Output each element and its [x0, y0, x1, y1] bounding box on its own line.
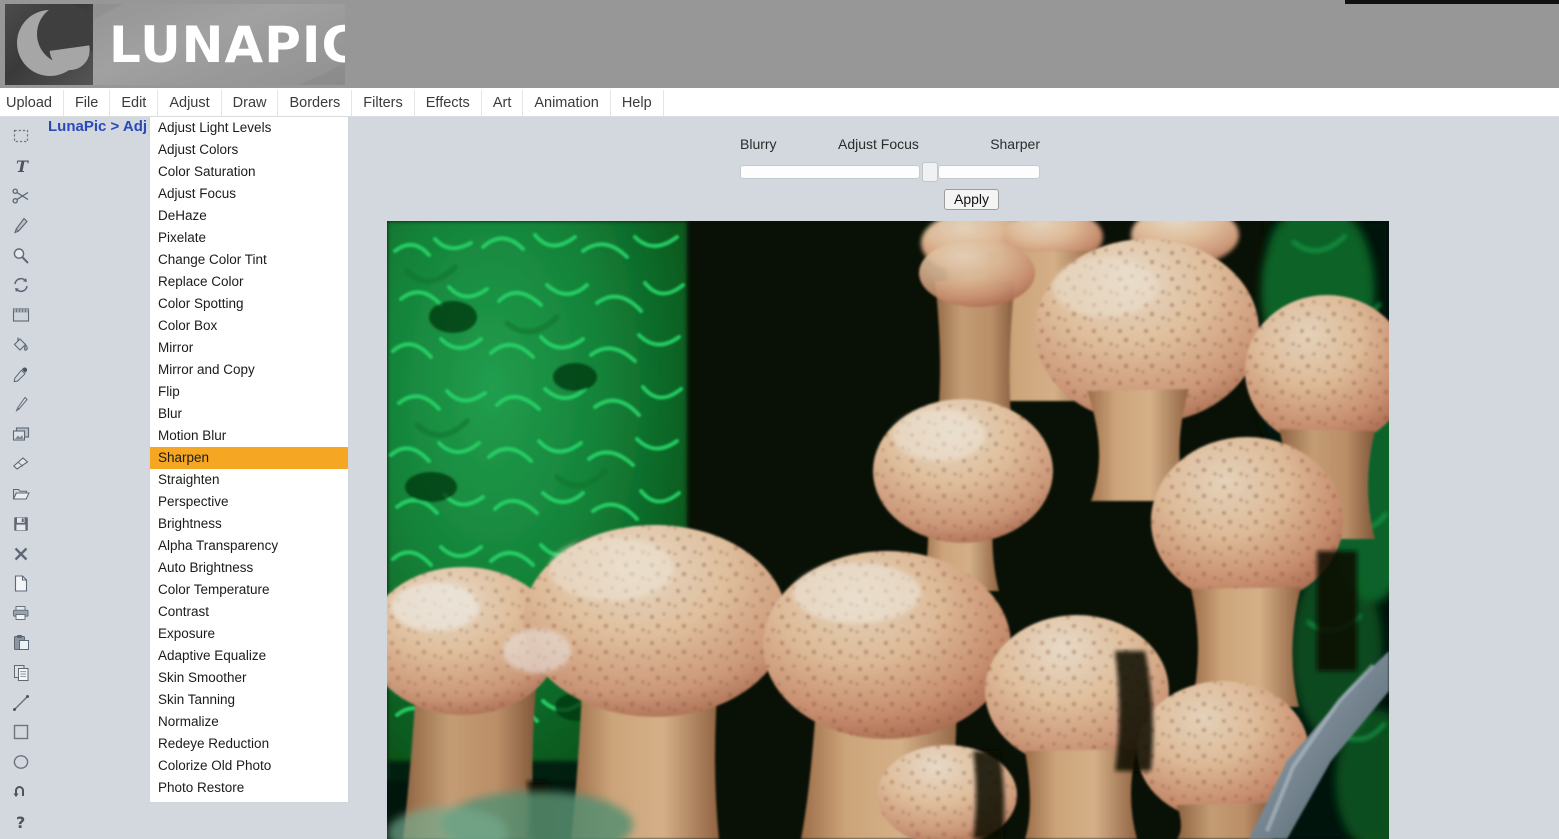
open-folder-icon[interactable] [6, 482, 36, 507]
dropdown-item-color-temperature[interactable]: Color Temperature [150, 579, 348, 601]
dropdown-item-color-box[interactable]: Color Box [150, 315, 348, 337]
dropdown-item-sharpen[interactable]: Sharpen [150, 447, 348, 469]
image-canvas[interactable] [387, 221, 1389, 839]
dropdown-item-contrast[interactable]: Contrast [150, 601, 348, 623]
dropdown-item-adaptive-equalize[interactable]: Adaptive Equalize [150, 645, 348, 667]
slider-label-sharper: Sharper [990, 136, 1040, 152]
menu-item-edit[interactable]: Edit [110, 90, 159, 116]
adjust-dropdown-menu: Adjust Light Levels Adjust Colors Color … [149, 117, 349, 803]
svg-text:T: T [16, 157, 29, 175]
mushroom-photo [387, 221, 1389, 839]
dropdown-item-dehaze[interactable]: DeHaze [150, 205, 348, 227]
clone-stamp-icon[interactable] [6, 422, 36, 447]
dropdown-item-skin-smoother[interactable]: Skin Smoother [150, 667, 348, 689]
svg-text:?: ? [16, 813, 25, 831]
text-icon[interactable]: T [6, 154, 36, 179]
dropdown-item-adjust-focus[interactable]: Adjust Focus [150, 183, 348, 205]
dropdown-item-pixelate[interactable]: Pixelate [150, 227, 348, 249]
rotate-icon[interactable] [6, 273, 36, 298]
tools-sidebar: T ? [0, 117, 42, 839]
menu-item-adjust[interactable]: Adjust [158, 90, 222, 116]
menu-item-art[interactable]: Art [482, 90, 524, 116]
menu-item-filters[interactable]: Filters [352, 90, 415, 116]
dropdown-item-alpha-transparency[interactable]: Alpha Transparency [150, 535, 348, 557]
menubar-filler [664, 90, 1559, 116]
line-icon[interactable] [6, 690, 36, 715]
dropdown-item-change-color-tint[interactable]: Change Color Tint [150, 249, 348, 271]
dropdown-item-exposure[interactable]: Exposure [150, 623, 348, 645]
dropdown-item-brightness[interactable]: Brightness [150, 513, 348, 535]
close-icon[interactable] [6, 541, 36, 566]
dropdown-item-mirror-and-copy[interactable]: Mirror and Copy [150, 359, 348, 381]
dropdown-item-perspective[interactable]: Perspective [150, 491, 348, 513]
scissors-icon[interactable] [6, 184, 36, 209]
menu-item-effects[interactable]: Effects [415, 90, 482, 116]
slider-label-title: Adjust Focus [838, 136, 919, 152]
dropdown-item-mirror[interactable]: Mirror [150, 337, 348, 359]
new-document-icon[interactable] [6, 571, 36, 596]
dropdown-item-normalize[interactable]: Normalize [150, 711, 348, 733]
save-icon[interactable] [6, 511, 36, 536]
dropdown-item-straighten[interactable]: Straighten [150, 469, 348, 491]
slider-track-left[interactable] [740, 165, 920, 179]
rectangle-icon[interactable] [6, 720, 36, 745]
slider-track-right[interactable] [938, 165, 1040, 179]
slider-label-row: Blurry Adjust Focus Sharper [740, 136, 1040, 158]
dropdown-item-motion-blur[interactable]: Motion Blur [150, 425, 348, 447]
logo-wordmark: LUNAPIC [109, 15, 345, 74]
paint-bucket-icon[interactable] [6, 333, 36, 358]
lunapic-app: LUNAPIC Upload File Edit Adjust Draw Bor… [0, 0, 1559, 839]
menu-item-draw[interactable]: Draw [222, 90, 279, 116]
menu-item-borders[interactable]: Borders [278, 90, 353, 116]
header-dark-strip [1345, 0, 1559, 4]
dropdown-item-adjust-light-levels[interactable]: Adjust Light Levels [150, 117, 348, 139]
slider-label-blurry: Blurry [740, 136, 777, 152]
help-icon[interactable]: ? [6, 809, 36, 834]
undo-icon[interactable] [6, 780, 36, 805]
menu-item-animation[interactable]: Animation [523, 90, 611, 116]
marquee-select-icon[interactable] [6, 124, 36, 149]
eraser-icon[interactable] [6, 452, 36, 477]
slider-thumb[interactable] [922, 162, 938, 182]
main-menubar: Upload File Edit Adjust Draw Borders Fil… [0, 90, 1559, 117]
dropdown-item-flip[interactable]: Flip [150, 381, 348, 403]
copy-icon[interactable] [6, 660, 36, 685]
menu-item-file[interactable]: File [64, 90, 111, 116]
focus-slider[interactable] [740, 162, 1040, 182]
menu-item-upload[interactable]: Upload [0, 90, 64, 116]
dropdown-item-photo-restore[interactable]: Photo Restore [150, 777, 348, 799]
dropdown-item-replace-color[interactable]: Replace Color [150, 271, 348, 293]
paste-icon[interactable] [6, 631, 36, 656]
brush-icon[interactable] [6, 392, 36, 417]
dropdown-item-blur[interactable]: Blur [150, 403, 348, 425]
app-header: LUNAPIC [0, 0, 1559, 90]
pencil-icon[interactable] [6, 213, 36, 238]
dropdown-item-color-spotting[interactable]: Color Spotting [150, 293, 348, 315]
print-icon[interactable] [6, 601, 36, 626]
dropdown-item-color-saturation[interactable]: Color Saturation [150, 161, 348, 183]
apply-row: Apply [740, 189, 1040, 211]
lunapic-logo[interactable]: LUNAPIC [5, 4, 345, 85]
dropdown-item-auto-brightness[interactable]: Auto Brightness [150, 557, 348, 579]
dropdown-item-skin-tanning[interactable]: Skin Tanning [150, 689, 348, 711]
crescent-moon-icon [5, 4, 93, 85]
dropdown-item-colorize-old-photo[interactable]: Colorize Old Photo [150, 755, 348, 777]
eyedropper-icon[interactable] [6, 362, 36, 387]
dropdown-item-redeye-reduction[interactable]: Redeye Reduction [150, 733, 348, 755]
dropdown-item-adjust-colors[interactable]: Adjust Colors [150, 139, 348, 161]
eraser-block-icon[interactable] [6, 303, 36, 328]
magnifier-icon[interactable] [6, 243, 36, 268]
menu-item-help[interactable]: Help [611, 90, 664, 116]
breadcrumb[interactable]: LunaPic > Adj [48, 118, 147, 135]
logo-text-box: LUNAPIC [93, 4, 345, 85]
apply-button[interactable]: Apply [944, 189, 1000, 210]
ellipse-icon[interactable] [6, 750, 36, 775]
focus-control-panel: Blurry Adjust Focus Sharper Apply [740, 136, 1040, 210]
